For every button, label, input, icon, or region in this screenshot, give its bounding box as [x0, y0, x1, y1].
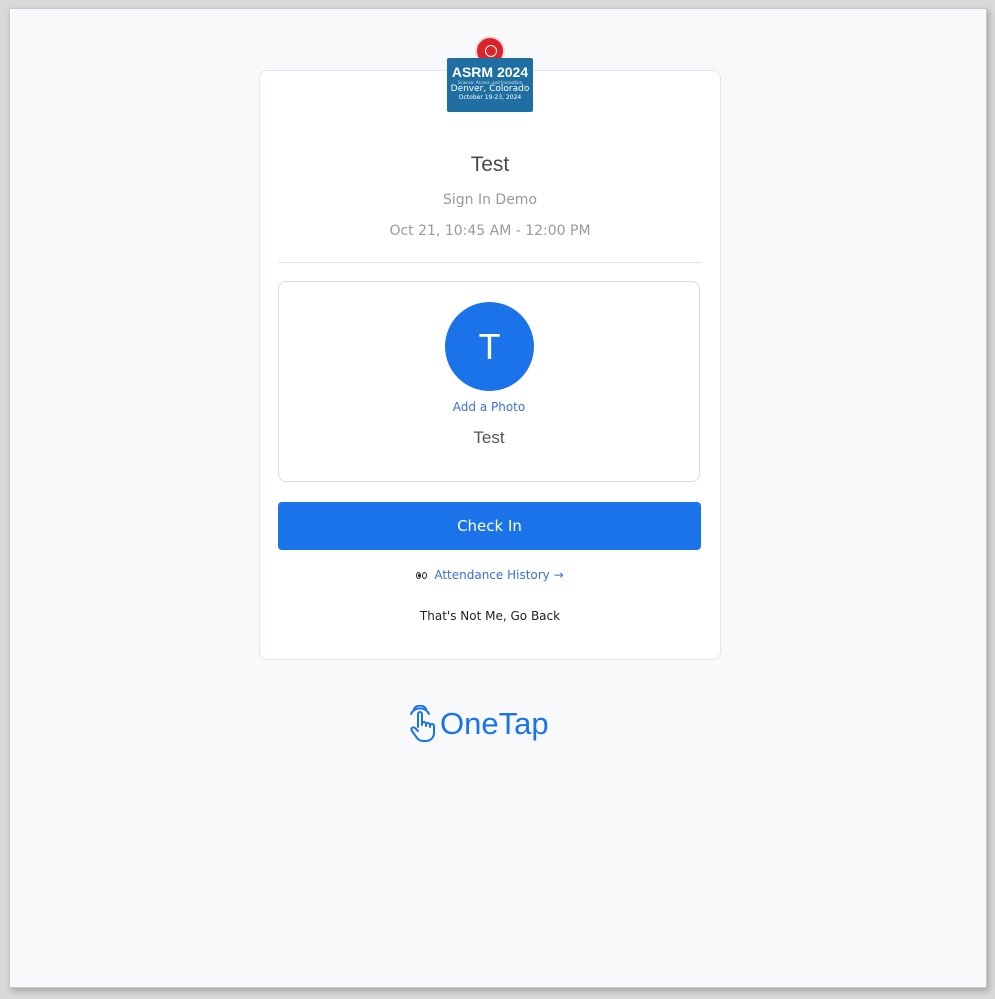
- event-title: Test: [470, 153, 510, 176]
- eyes-icon: [416, 571, 428, 580]
- event-logo: ASRM 2024 Science. Access. and Innovatio…: [446, 36, 534, 112]
- add-photo-link[interactable]: Add a Photo: [279, 400, 699, 414]
- avatar[interactable]: T: [445, 302, 534, 391]
- profile-panel: T Add a Photo Test: [278, 281, 700, 482]
- attendance-history-label: Attendance History →: [434, 568, 564, 582]
- divider: [278, 262, 702, 263]
- not-me-go-back-link[interactable]: That's Not Me, Go Back: [260, 609, 720, 623]
- app-window: ASRM 2024 Science. Access. and Innovatio…: [9, 8, 987, 988]
- check-in-card: ASRM 2024 Science. Access. and Innovatio…: [259, 36, 721, 660]
- logo-dates: October 19-23, 2024: [458, 94, 522, 101]
- brand-name: OneTap: [440, 706, 549, 741]
- attendance-history-link[interactable]: Attendance History →: [260, 568, 720, 582]
- event-time: Oct 21, 10:45 AM - 12:00 PM: [389, 223, 591, 239]
- logo-location: Denver, Colorado: [450, 84, 530, 94]
- logo-tagline: Science. Access. and Innovation: [457, 80, 523, 85]
- logo-banner: ASRM 2024 Science. Access. and Innovatio…: [447, 58, 533, 112]
- onetap-logo: OneTap: [404, 702, 549, 746]
- profile-name: Test: [473, 428, 505, 447]
- tap-hand-icon: [410, 705, 435, 742]
- logo-title: ASRM 2024: [451, 64, 529, 80]
- event-subtitle: Sign In Demo: [442, 192, 538, 208]
- check-in-button[interactable]: Check In: [278, 502, 701, 550]
